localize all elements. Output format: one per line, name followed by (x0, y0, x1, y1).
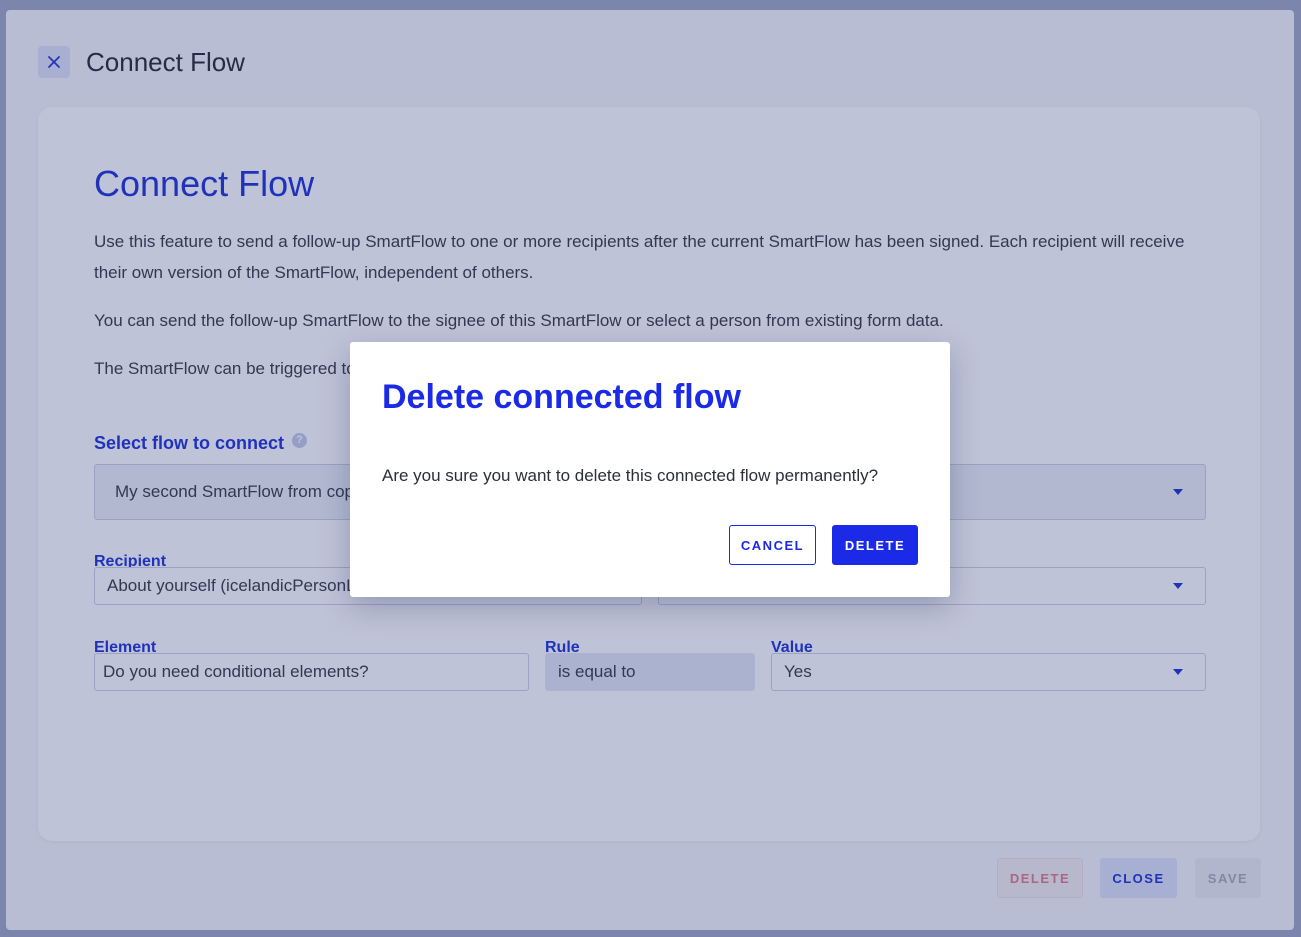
cancel-button[interactable]: CANCEL (729, 525, 816, 565)
dialog-message: Are you sure you want to delete this con… (382, 466, 879, 485)
delete-connected-flow-dialog: Delete connected flow Are you sure you w… (350, 342, 950, 597)
confirm-delete-button[interactable]: DELETE (832, 525, 918, 565)
dialog-title: Delete connected flow (382, 378, 741, 416)
